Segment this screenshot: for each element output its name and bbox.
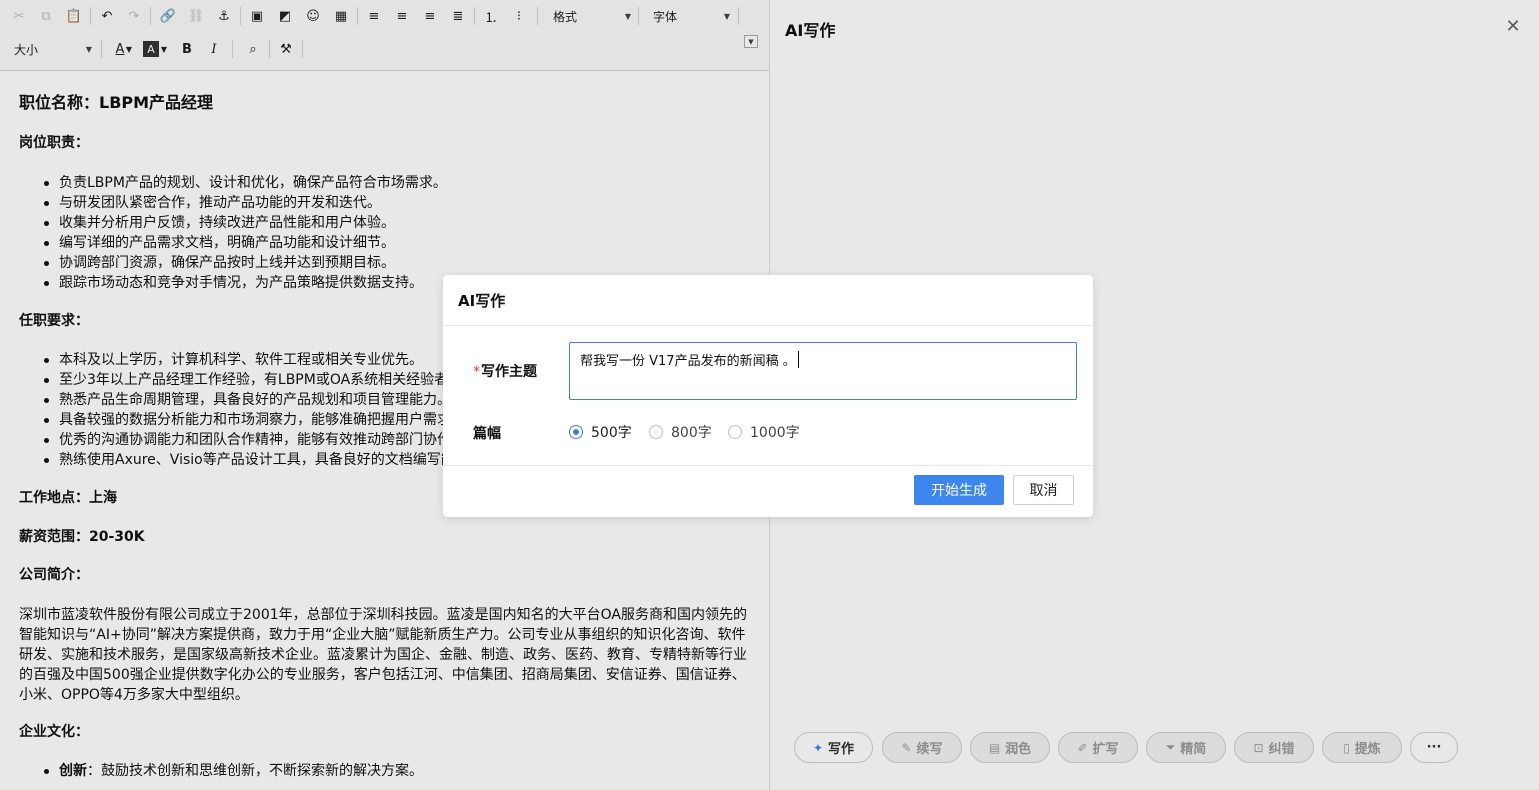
text-cursor: [797, 351, 799, 368]
length-label: 篇幅: [473, 426, 501, 442]
start-generate-button[interactable]: 开始生成: [914, 475, 1004, 505]
topic-label-text: 写作主题: [481, 364, 537, 380]
radio-icon: [728, 425, 742, 439]
ai-writing-dialog: AI写作 *写作主题 帮我写一份 V17产品发布的新闻稿 。 篇幅 500字 8…: [443, 275, 1093, 517]
radio-icon: [649, 425, 663, 439]
length-option-label: 1000字: [750, 425, 800, 441]
length-option-500[interactable]: 500字: [569, 422, 632, 442]
length-option-label: 500字: [591, 425, 632, 441]
dialog-title: AI写作: [458, 292, 506, 310]
topic-label: *写作主题: [473, 361, 537, 381]
radio-selected-icon: [569, 425, 583, 439]
dialog-divider: [443, 325, 1093, 326]
length-option-1000[interactable]: 1000字: [728, 422, 800, 442]
cancel-button[interactable]: 取消: [1013, 475, 1074, 505]
topic-textarea[interactable]: 帮我写一份 V17产品发布的新闻稿 。: [569, 342, 1077, 400]
required-mark: *: [473, 364, 480, 380]
dialog-divider: [443, 465, 1093, 466]
length-option-800[interactable]: 800字: [649, 422, 712, 442]
length-option-label: 800字: [671, 425, 712, 441]
topic-value: 帮我写一份 V17产品发布的新闻稿 。: [580, 354, 796, 369]
